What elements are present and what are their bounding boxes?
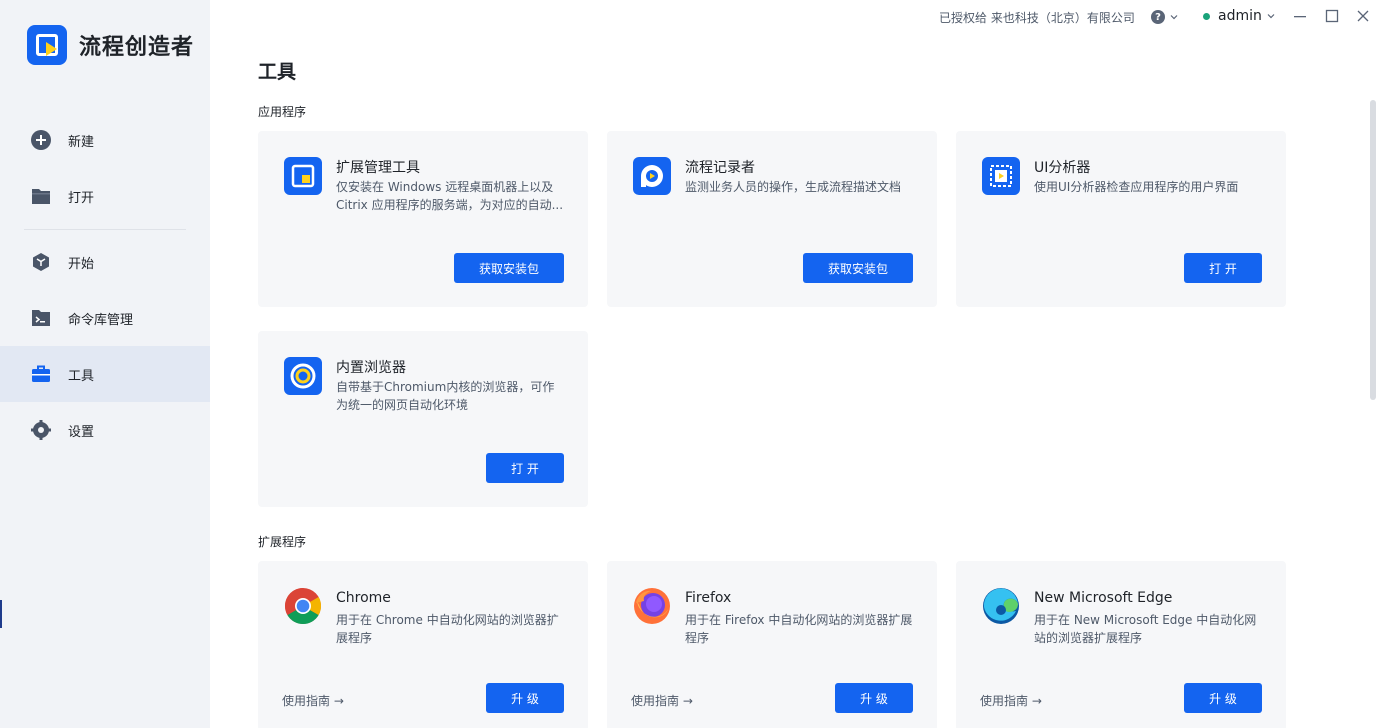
help-icon: ? [1151,10,1165,24]
app-card-extension-manager: 扩展管理工具 仅安装在 Windows 远程桌面机器上以及 Citrix 应用程… [258,131,588,307]
sidebar-item-label: 设置 [68,424,95,440]
extension-card-chrome: Chrome 用于在 Chrome 中自动化网站的浏览器扩展程序 使用指南 → … [258,561,588,728]
sidebar-item-new[interactable]: 新建 [0,112,210,168]
username: admin [1218,8,1262,24]
section-label-extensions: 扩展程序 [258,535,307,549]
open-button[interactable]: 打 开 [486,453,564,483]
app-card-ui-analyzer: UI分析器 使用UI分析器检查应用程序的用户界面 打 开 [956,131,1286,307]
logo-icon [27,25,67,65]
card-description: 用于在 New Microsoft Edge 中自动化网站的浏览器扩展程序 [1034,613,1257,645]
app-card-process-recorder: 流程记录者 监测业务人员的操作，生成流程描述文档 获取安装包 [607,131,937,307]
plus-circle-icon [31,130,51,150]
vertical-scrollbar[interactable] [1370,100,1376,400]
sidebar-item-label: 工具 [68,368,95,384]
close-button[interactable] [1355,8,1371,24]
sidebar-edge-marker [0,600,2,628]
extension-card-firefox: Firefox 用于在 Firefox 中自动化网站的浏览器扩展程序 使用指南 … [607,561,937,728]
sidebar-item-start[interactable]: 开始 [0,234,210,290]
extension-card-edge: New Microsoft Edge 用于在 New Microsoft Edg… [956,561,1286,728]
help-menu[interactable]: ? [1151,10,1179,24]
maximize-button[interactable] [1324,8,1340,24]
card-title: New Microsoft Edge [1034,590,1173,606]
card-description: 用于在 Chrome 中自动化网站的浏览器扩展程序 [336,613,559,645]
upgrade-button[interactable]: 升 级 [486,683,564,713]
ui-analyzer-icon [982,157,1020,195]
chevron-down-icon [1267,14,1275,19]
usage-guide-link[interactable]: 使用指南 → [631,692,693,709]
sidebar: 流程创造者 新建 打开 开始 命令库管理 工具 设置 [0,0,210,728]
top-bar: 已授权给 来也科技（北京）有限公司 ? admin [210,0,1380,34]
sidebar-item-label: 打开 [68,190,95,206]
get-installer-button[interactable]: 获取安装包 [454,253,564,283]
card-description: 监测业务人员的操作，生成流程描述文档 [685,180,902,194]
process-recorder-icon [633,157,671,195]
upgrade-button[interactable]: 升 级 [835,683,913,713]
user-menu[interactable]: admin [1203,8,1276,24]
gear-icon [31,420,51,440]
app-card-built-in-browser: 内置浏览器 自带基于Chromium内核的浏览器，可作为统一的网页自动化环境 打… [258,331,588,507]
sidebar-item-command-library[interactable]: 命令库管理 [0,290,210,346]
toolbox-icon [31,364,51,384]
terminal-folder-icon [31,308,51,328]
sidebar-item-label: 开始 [68,256,95,272]
sidebar-item-label: 命令库管理 [68,312,134,328]
sidebar-item-tools[interactable]: 工具 [0,346,210,402]
card-description: 仅安装在 Windows 远程桌面机器上以及 Citrix 应用程序的服务端，为… [336,180,564,212]
edge-icon [982,587,1020,625]
app-name: 流程创造者 [79,35,195,60]
cube-icon [31,252,51,272]
card-title: Firefox [685,590,732,606]
card-title: 扩展管理工具 [336,160,420,176]
card-description: 自带基于Chromium内核的浏览器，可作为统一的网页自动化环境 [336,380,555,412]
firefox-icon [633,587,671,625]
page-title: 工具 [258,61,297,83]
card-title: UI分析器 [1034,160,1091,176]
folder-icon [31,186,51,206]
sidebar-divider [24,229,186,230]
section-label-apps: 应用程序 [258,105,307,119]
card-title: 流程记录者 [685,160,755,176]
get-installer-button[interactable]: 获取安装包 [803,253,913,283]
card-title: 内置浏览器 [336,360,406,376]
minimize-icon [1294,16,1306,18]
sidebar-item-open[interactable]: 打开 [0,168,210,224]
chrome-icon [284,587,322,625]
usage-guide-link[interactable]: 使用指南 → [282,692,344,709]
card-description: 用于在 Firefox 中自动化网站的浏览器扩展程序 [685,613,913,645]
sidebar-item-label: 新建 [68,134,95,150]
maximize-icon [1325,9,1339,23]
usage-guide-link[interactable]: 使用指南 → [980,692,1042,709]
open-button[interactable]: 打 开 [1184,253,1262,283]
online-status-dot [1203,12,1210,20]
card-title: Chrome [336,590,391,606]
extension-manager-icon [284,157,322,195]
sidebar-item-settings[interactable]: 设置 [0,402,210,458]
close-icon [1357,10,1369,22]
chevron-down-icon [1170,15,1178,20]
license-text: 已授权给 来也科技（北京）有限公司 [939,11,1135,25]
upgrade-button[interactable]: 升 级 [1184,683,1262,713]
card-description: 使用UI分析器检查应用程序的用户界面 [1034,180,1239,194]
app-logo: 流程创造者 [27,25,194,65]
minimize-button[interactable] [1292,8,1308,24]
built-in-browser-icon [284,357,322,395]
